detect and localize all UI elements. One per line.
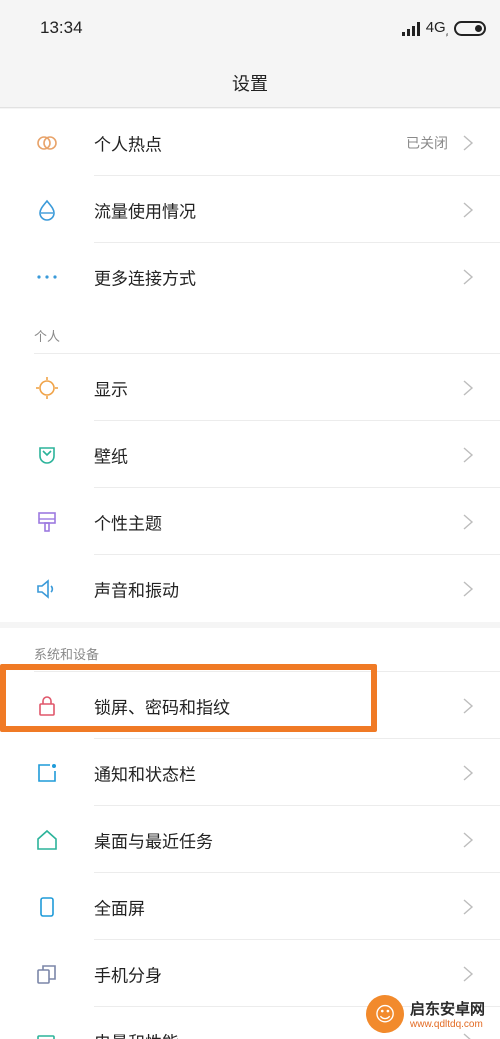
chevron-right-icon xyxy=(463,134,474,151)
status-bar: 13:34 4Gᵢₗ xyxy=(0,0,500,58)
signal-icon xyxy=(401,21,420,36)
more-dots-icon xyxy=(36,266,58,288)
row-display[interactable]: 显示 xyxy=(0,354,500,421)
battery-icon xyxy=(454,21,486,36)
chevron-right-icon xyxy=(463,580,474,597)
home-icon xyxy=(36,829,58,851)
section-header-system: 系统和设备 xyxy=(0,628,500,672)
hotspot-icon xyxy=(36,132,58,154)
row-data-usage[interactable]: 流量使用情况 xyxy=(0,176,500,243)
data-usage-icon xyxy=(36,199,58,221)
second-space-icon xyxy=(36,963,58,985)
display-sun-icon xyxy=(36,376,58,399)
network-sub: ᵢₗ xyxy=(445,31,448,38)
theme-brush-icon xyxy=(36,511,58,533)
row-full-screen[interactable]: 全面屏 xyxy=(0,873,500,940)
wallpaper-icon xyxy=(36,444,58,466)
watermark-logo-icon: ☺ xyxy=(366,995,404,1033)
notification-icon xyxy=(36,762,58,784)
status-time: 13:34 xyxy=(40,18,83,37)
chevron-right-icon xyxy=(463,697,474,714)
row-more-connections[interactable]: 更多连接方式 xyxy=(0,243,500,310)
chevron-right-icon xyxy=(463,831,474,848)
chevron-right-icon xyxy=(463,446,474,463)
chevron-right-icon xyxy=(463,898,474,915)
speaker-icon xyxy=(36,578,58,600)
row-notifications[interactable]: 通知和状态栏 xyxy=(0,739,500,806)
row-value: 已关闭 xyxy=(406,135,448,152)
row-label: 全面屏 xyxy=(94,899,145,919)
section-header-personal: 个人 xyxy=(0,310,500,354)
fullscreen-phone-icon xyxy=(36,896,58,918)
section-title: 系统和设备 xyxy=(34,648,100,663)
row-label: 手机分身 xyxy=(94,966,162,986)
chevron-right-icon xyxy=(463,379,474,396)
chevron-right-icon xyxy=(463,201,474,218)
row-home-screen[interactable]: 桌面与最近任务 xyxy=(0,806,500,873)
row-label: 声音和振动 xyxy=(94,581,179,601)
group-personal: 显示 壁纸 个性主题 声音和振动 xyxy=(0,354,500,622)
lock-icon xyxy=(36,695,58,717)
watermark-text: 启东安卓网 www.qdltdq.com xyxy=(410,998,485,1030)
group-connections: 个人热点 已关闭 流量使用情况 更多连接方式 xyxy=(0,109,500,310)
row-label: 锁屏、密码和指纹 xyxy=(94,698,230,718)
row-lock-screen[interactable]: 锁屏、密码和指纹 xyxy=(0,672,500,739)
row-label: 通知和状态栏 xyxy=(94,765,196,785)
row-label: 桌面与最近任务 xyxy=(94,832,213,852)
group-system: 锁屏、密码和指纹 通知和状态栏 桌面与最近任务 全面屏 手机分身 xyxy=(0,672,500,1039)
page-title: 设置 xyxy=(232,74,268,95)
row-label: 显示 xyxy=(94,380,128,400)
status-indicators: 4Gᵢₗ xyxy=(401,19,486,38)
battery-performance-icon xyxy=(36,1030,58,1039)
row-label: 壁纸 xyxy=(94,447,128,467)
watermark-url: www.qdltdq.com xyxy=(410,1019,483,1030)
row-label: 更多连接方式 xyxy=(94,269,196,289)
watermark-name: 启东安卓网 xyxy=(410,1000,486,1018)
network-type: 4Gᵢₗ xyxy=(426,19,448,38)
row-label: 个性主题 xyxy=(94,514,162,534)
chevron-right-icon xyxy=(463,513,474,530)
title-bar: 设置 xyxy=(0,58,500,108)
section-title: 个人 xyxy=(34,330,61,345)
row-label: 个人热点 xyxy=(94,135,162,155)
row-label: 电量和性能 xyxy=(94,1028,179,1039)
row-hotspot[interactable]: 个人热点 已关闭 xyxy=(0,109,500,176)
chevron-right-icon xyxy=(463,268,474,285)
row-sound[interactable]: 声音和振动 xyxy=(0,555,500,622)
row-label: 流量使用情况 xyxy=(94,202,196,222)
network-label: 4G xyxy=(425,19,446,36)
row-themes[interactable]: 个性主题 xyxy=(0,488,500,555)
row-wallpaper[interactable]: 壁纸 xyxy=(0,421,500,488)
chevron-right-icon xyxy=(463,965,474,982)
chevron-right-icon xyxy=(463,764,474,781)
watermark: ☺ 启东安卓网 www.qdltdq.com xyxy=(360,989,500,1039)
